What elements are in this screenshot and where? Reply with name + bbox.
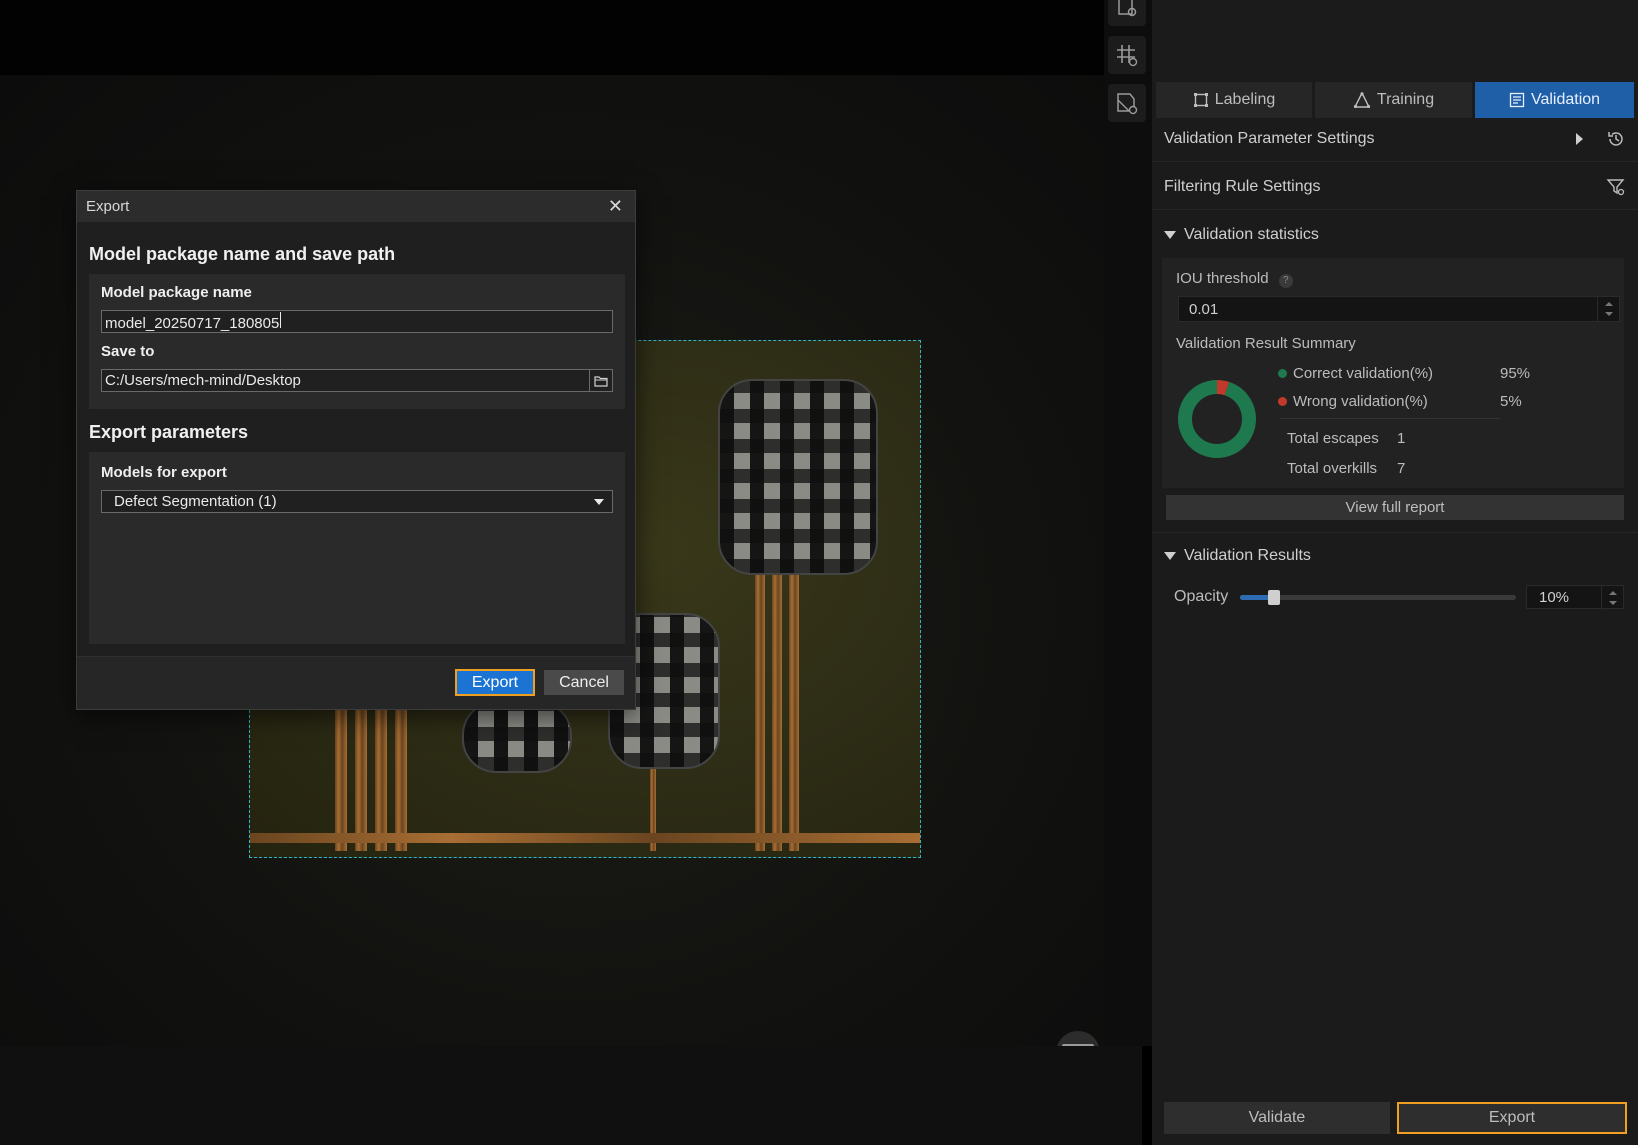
section-title: Filtering Rule Settings [1164, 177, 1321, 195]
save-to-label: Save to [101, 343, 155, 360]
panel-top-area [1152, 0, 1638, 82]
training-icon [1353, 92, 1371, 108]
view-full-report-button[interactable]: View full report [1166, 495, 1624, 520]
opacity-label: Opacity [1174, 588, 1229, 605]
wrong-dot [1278, 397, 1287, 406]
iou-threshold-spinner[interactable] [1597, 297, 1619, 321]
tab-training[interactable]: Training [1315, 82, 1472, 118]
tab-validation[interactable]: Validation [1475, 82, 1634, 118]
opacity-slider-handle[interactable] [1267, 590, 1280, 605]
validation-donut-chart [1178, 380, 1256, 458]
total-overkills-label: Total overkills [1287, 460, 1378, 477]
browse-folder-button[interactable] [589, 370, 612, 391]
dialog-export-button[interactable]: Export [455, 669, 535, 696]
wire [772, 551, 782, 851]
help-icon[interactable]: ? [1278, 274, 1293, 288]
save-path-value: C:/Users/mech-mind/Desktop [105, 372, 301, 389]
iou-threshold-label: IOU threshold ? [1176, 270, 1293, 288]
wire [355, 701, 367, 851]
total-escapes-label: Total escapes [1287, 430, 1379, 447]
wire [250, 833, 920, 843]
tab-label: Labeling [1214, 91, 1276, 108]
wire [789, 551, 799, 851]
models-for-export-label: Models for export [101, 464, 227, 481]
opacity-slider[interactable] [1240, 590, 1516, 605]
package-name-value: model_20250717_180805 [105, 312, 281, 332]
history-icon[interactable] [1606, 129, 1626, 149]
show-mask-toggle[interactable] [1108, 84, 1146, 122]
save-path-input[interactable]: C:/Users/mech-mind/Desktop [101, 369, 613, 392]
opacity-spinner[interactable] [1601, 586, 1623, 610]
connector-pad [718, 379, 878, 575]
close-icon[interactable]: ✕ [608, 197, 623, 215]
wrong-validation-legend: Wrong validation(%) [1278, 393, 1428, 410]
label-visibility-icon [1118, 0, 1137, 17]
wire [335, 701, 347, 851]
result-summary-label: Validation Result Summary [1176, 335, 1356, 352]
canvas-top-band [0, 0, 1142, 75]
wire [375, 701, 387, 851]
correct-label: Correct validation(%) [1293, 365, 1434, 382]
collapse-caret-icon [1164, 551, 1176, 560]
section-title: Validation Results [1184, 546, 1311, 564]
right-panel: Labeling Training Validation Validation … [1152, 0, 1638, 1145]
models-for-export-value: Defect Segmentation (1) [114, 493, 277, 510]
filtering-rule-settings-row[interactable]: Filtering Rule Settings [1152, 164, 1638, 210]
wire [395, 701, 407, 851]
save-path-group: Model package name model_20250717_180805… [89, 274, 625, 409]
iou-threshold-value: 0.01 [1189, 300, 1219, 318]
donut-correct-slice [1178, 380, 1256, 458]
filter-settings-icon[interactable] [1606, 177, 1626, 197]
dialog-title: Export [86, 198, 130, 215]
folder-icon [594, 375, 608, 387]
opacity-input[interactable]: 10% [1526, 585, 1624, 610]
tab-label: Validation [1530, 91, 1601, 108]
iou-threshold-text: IOU threshold [1176, 270, 1269, 287]
chevron-down-icon [594, 499, 604, 505]
validation-icon [1509, 92, 1525, 108]
save-path-heading: Model package name and save path [89, 244, 396, 264]
export-button[interactable]: Export [1397, 1102, 1627, 1134]
mask-visibility-icon [1117, 93, 1138, 115]
export-parameters-heading: Export parameters [89, 422, 249, 442]
export-parameters-group: Models for export Defect Segmentation (1… [89, 452, 625, 644]
section-title: Validation Parameter Settings [1164, 129, 1375, 147]
package-name-label: Model package name [101, 284, 252, 301]
grid-visibility-icon [1117, 45, 1138, 67]
dialog-titlebar: Export ✕ [77, 191, 635, 222]
wrong-label: Wrong validation(%) [1293, 393, 1428, 410]
package-name-input[interactable]: model_20250717_180805 [101, 310, 613, 333]
canvas-bottom-strip [0, 1046, 1142, 1145]
collapse-caret-icon [1164, 231, 1176, 239]
validation-parameter-settings-row[interactable]: Validation Parameter Settings [1152, 116, 1638, 162]
opacity-value: 10% [1539, 588, 1570, 606]
validation-results-header[interactable]: Validation Results [1152, 532, 1638, 578]
wrong-validation-value: 5% [1500, 393, 1522, 410]
expand-arrow-icon[interactable] [1574, 132, 1584, 146]
export-dialog: Export ✕ Model package name and save pat… [76, 190, 636, 710]
validation-statistics-header[interactable]: Validation statistics [1152, 212, 1638, 258]
labeling-icon [1193, 93, 1208, 107]
models-for-export-select[interactable]: Defect Segmentation (1) [101, 490, 613, 513]
correct-validation-legend: Correct validation(%) [1278, 365, 1433, 382]
view-tool-strip [1104, 0, 1152, 1046]
tab-label: Training [1376, 91, 1435, 108]
connector-pad [462, 701, 572, 773]
section-title: Validation statistics [1184, 226, 1319, 243]
validate-button[interactable]: Validate [1164, 1102, 1390, 1134]
correct-validation-value: 95% [1500, 365, 1531, 382]
total-escapes-value: 1 [1397, 430, 1406, 447]
iou-threshold-input[interactable]: 0.01 [1178, 296, 1620, 322]
tab-labeling[interactable]: Labeling [1156, 82, 1312, 118]
correct-dot [1278, 369, 1287, 378]
dialog-cancel-button[interactable]: Cancel [544, 670, 624, 695]
total-overkills-value: 7 [1397, 460, 1406, 477]
show-grid-toggle[interactable] [1108, 36, 1146, 74]
wire [755, 551, 765, 851]
show-labels-toggle[interactable] [1108, 0, 1146, 26]
stats-divider [1280, 418, 1500, 419]
dialog-footer: Export Cancel [77, 656, 635, 709]
